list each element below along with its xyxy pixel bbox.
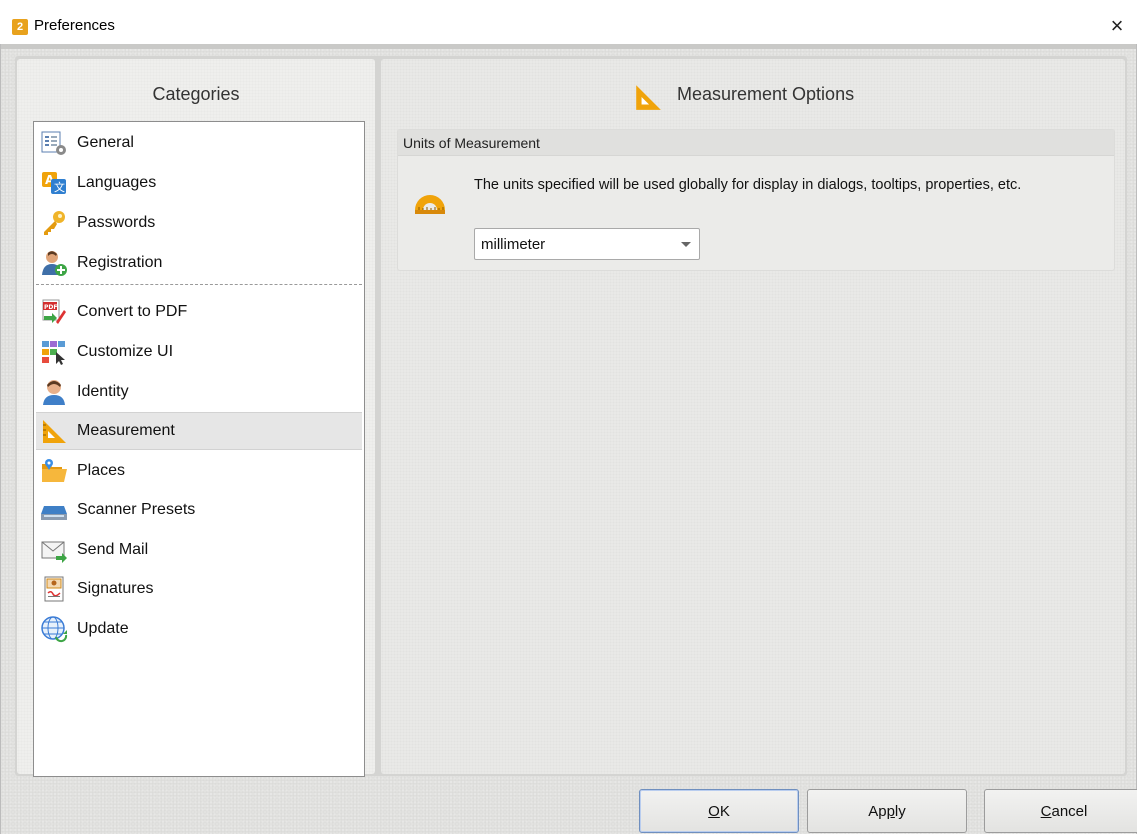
category-label: Places: [77, 462, 126, 479]
ruler-triangle-icon: [636, 85, 661, 110]
options-header: Measurement Options: [381, 84, 1125, 114]
category-label: Convert to PDF: [77, 303, 188, 320]
category-label: Signatures: [77, 580, 154, 597]
categories-list: General A 文 Languages Passwords Registra…: [33, 121, 365, 777]
units-dropdown-value: millimeter: [481, 235, 546, 253]
globe-update-icon: [41, 616, 68, 643]
category-item-convert-to-pdf[interactable]: PDF Convert to PDF: [36, 293, 362, 331]
options-panel: Measurement Options Units of Measurement…: [381, 59, 1125, 774]
ok-button[interactable]: OK: [639, 789, 799, 833]
ruler-triangle-icon: [43, 420, 66, 443]
category-label: Registration: [77, 254, 163, 271]
signature-certificate-icon: [44, 576, 64, 602]
preferences-dialog: Categories General A 文 Languages Passwor…: [0, 44, 1137, 834]
category-label: Languages: [77, 174, 157, 191]
svg-text:PDF: PDF: [44, 304, 57, 311]
general-settings-icon: [41, 131, 66, 155]
folder-places-icon: [42, 459, 67, 482]
apply-button-prefix: Ap: [868, 802, 887, 820]
category-label: Update: [77, 620, 129, 637]
category-label: Passwords: [77, 214, 156, 231]
ok-button-suffix: K: [719, 802, 730, 820]
units-dropdown[interactable]: millimeter: [474, 228, 700, 260]
category-item-send-mail[interactable]: Send Mail: [36, 531, 362, 569]
registration-user-icon: [42, 251, 67, 276]
category-item-general[interactable]: General: [36, 124, 362, 162]
category-label: Identity: [77, 383, 129, 400]
cancel-button-suffix: ancel: [1051, 802, 1088, 820]
dialog-top-border: [1, 44, 1136, 49]
scanner-icon: [41, 506, 67, 520]
categories-title: Categories: [152, 84, 240, 104]
apply-button[interactable]: Ap p ly: [807, 789, 967, 833]
app-logo-glyph: 2: [16, 20, 24, 33]
category-item-registration[interactable]: Registration: [36, 244, 362, 282]
ok-button-mnemonic: O: [708, 802, 720, 820]
svg-text:文: 文: [54, 180, 65, 194]
cancel-button-mnemonic: C: [1040, 802, 1052, 820]
units-group: Units of Measurement The units specified…: [397, 129, 1115, 271]
key-icon: [44, 211, 65, 235]
close-button[interactable]: ×: [1103, 12, 1131, 40]
identity-user-icon: [43, 380, 65, 405]
category-label: Send Mail: [77, 541, 149, 558]
title-bar: 2 Preferences ×: [0, 0, 1137, 44]
cancel-button[interactable]: Cancel: [984, 789, 1137, 833]
category-item-places[interactable]: Places: [36, 452, 362, 490]
category-label: Measurement: [77, 422, 175, 439]
window-title: Preferences: [34, 17, 115, 34]
category-label: General: [77, 134, 134, 151]
categories-panel: Categories General A 文 Languages Passwor…: [17, 59, 375, 777]
languages-icon: A 文: [42, 172, 66, 194]
customize-ui-icon: [42, 341, 65, 365]
category-item-languages[interactable]: A 文 Languages: [36, 164, 362, 202]
apply-button-suffix: ly: [894, 802, 906, 820]
category-item-update[interactable]: Update: [36, 610, 362, 648]
category-item-scanner-presets[interactable]: Scanner Presets: [36, 491, 362, 529]
units-group-title: Units of Measurement: [398, 130, 1114, 156]
protractor-icon: [415, 195, 445, 214]
convert-to-pdf-icon: PDF: [42, 299, 66, 324]
category-item-signatures[interactable]: Signatures: [36, 570, 362, 608]
category-item-measurement[interactable]: Measurement: [36, 412, 362, 450]
category-item-customize-ui[interactable]: Customize UI: [36, 333, 362, 371]
category-item-identity[interactable]: Identity: [36, 373, 362, 411]
apply-button-mnemonic: p: [886, 802, 895, 820]
units-description: The units specified will be used globall…: [474, 177, 1022, 193]
category-label: Customize UI: [77, 343, 174, 360]
app-logo-icon: 2: [12, 19, 28, 35]
category-item-passwords[interactable]: Passwords: [36, 204, 362, 242]
category-separator: [36, 284, 362, 285]
mail-icon: [41, 541, 67, 563]
category-label: Scanner Presets: [77, 501, 196, 518]
chevron-down-icon: [681, 242, 691, 247]
options-title: Measurement Options: [677, 84, 855, 104]
